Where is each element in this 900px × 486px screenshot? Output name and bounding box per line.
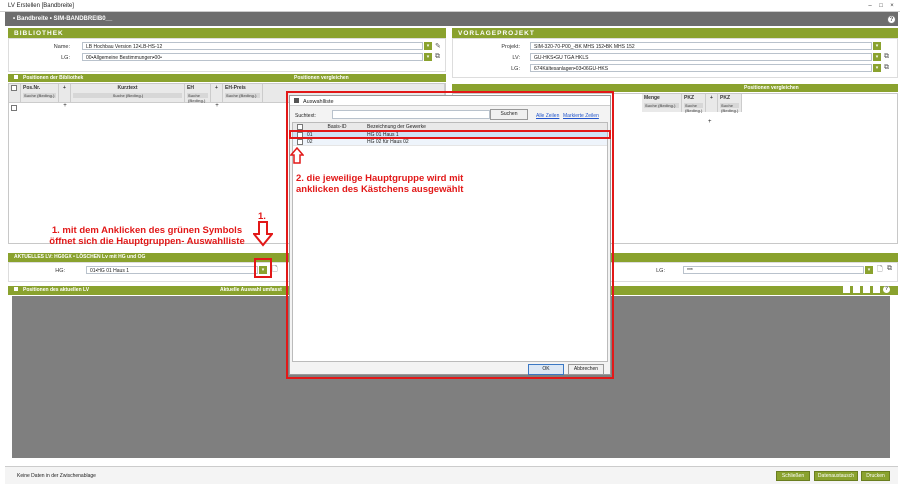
- selection-header: Aktuelle Auswahl umfasst: [220, 287, 282, 293]
- window-titlebar: LV Erstellen [Bandbreite] – □ ×: [0, 0, 900, 12]
- projekt-label: Projekt:: [501, 44, 520, 50]
- help-icon[interactable]: ?: [887, 15, 896, 24]
- projekt-dropdown-icon[interactable]: ▾: [873, 42, 881, 50]
- close-icon[interactable]: ×: [888, 2, 896, 10]
- step1-text: 1. mit dem Anklicken des grünen Symbols …: [49, 225, 245, 247]
- hg-label: HG:: [55, 268, 65, 274]
- add-icon-2[interactable]: +: [211, 84, 223, 102]
- lg-dropdown-icon[interactable]: ▾: [424, 53, 432, 61]
- vorlage-row-add-icon[interactable]: +: [708, 119, 712, 125]
- copy-icon-lv[interactable]: ⧉: [884, 53, 889, 61]
- compare-header: Positionen vergleichen: [294, 75, 349, 81]
- print-button[interactable]: Drucken: [861, 471, 890, 481]
- vlg-dropdown-icon[interactable]: ▾: [873, 64, 881, 72]
- lg-field[interactable]: 00•Allgemeine Bestimmungen•00•: [82, 53, 423, 61]
- help-icon-2[interactable]: ?: [883, 286, 890, 293]
- alg-dropdown-icon[interactable]: ▾: [865, 266, 873, 274]
- vorlage-compare-header: Positionen vergleichen: [744, 85, 799, 91]
- app-header: • Bandbreite • SIM-BANDBREIB0__ ?: [5, 12, 898, 26]
- add-icon[interactable]: +: [59, 84, 71, 102]
- step2-text: 2. die jeweilige Hauptgruppe wird mit an…: [296, 173, 464, 195]
- minimize-icon[interactable]: –: [866, 2, 874, 10]
- highlight-green-button: [254, 258, 272, 278]
- arrow-down-icon: [253, 221, 273, 247]
- col-menge: Menge Suche (Beding.): [642, 94, 682, 112]
- lg-label: LG:: [61, 55, 70, 61]
- toolbar-icon-4[interactable]: [873, 286, 880, 293]
- name-label: Name:: [53, 44, 70, 50]
- toolbar-icon-1[interactable]: [843, 286, 850, 293]
- highlight-row: [289, 130, 611, 139]
- edit-icon[interactable]: ✎: [435, 42, 441, 50]
- copy-icon[interactable]: ⧉: [435, 53, 440, 61]
- footer: Keine Daten in der Zwischenablage Schlie…: [5, 466, 898, 484]
- lv-dropdown-icon[interactable]: ▾: [873, 53, 881, 61]
- maximize-icon[interactable]: □: [877, 2, 885, 10]
- col-kurztext: Kurztext Suche (Beding.): [71, 84, 185, 102]
- col-posnr: Pos.Nr. Suche (Beding.): [21, 84, 59, 102]
- alg-field[interactable]: ***: [683, 266, 864, 274]
- exchange-button[interactable]: Datenaustausch: [814, 471, 858, 481]
- vorlage-header: VORLAGEPROJEKT: [452, 28, 898, 38]
- row-checkbox[interactable]: [11, 105, 17, 111]
- projekt-field[interactable]: SIM-320-70-P00_-BK MHS 152•BK MHS 152: [530, 42, 872, 50]
- copy-icon-lg[interactable]: ⧉: [884, 64, 889, 72]
- clipboard-status: Keine Daten in der Zwischenablage: [17, 473, 96, 479]
- name-field[interactable]: LB Hochbau Version 12•LB-HS-12: [82, 42, 423, 50]
- vlg-label: LG:: [511, 66, 520, 72]
- hg-field[interactable]: 01•HG 01 Haus 1: [86, 266, 258, 274]
- toolbar-icon-3[interactable]: [863, 286, 870, 293]
- alg-label: LG:: [656, 268, 665, 274]
- vlg-field[interactable]: 674Kältesanlagen•03•06GU-HKS: [530, 64, 872, 72]
- col-eh-preis: EH-Preis Suche (Beding.): [223, 84, 263, 102]
- copy-icon-alg[interactable]: ⧉: [887, 265, 892, 273]
- lv-field[interactable]: GU-HKS•GU TGA HKLS: [530, 53, 872, 61]
- row-add-icon[interactable]: +: [59, 103, 71, 113]
- app-title: • Bandbreite • SIM-BANDBREIB0__: [13, 16, 113, 22]
- new-doc-icon-2[interactable]: 🗋: [877, 265, 883, 276]
- bibliothek-positions-bar: Positionen der Bibliothek Positionen ver…: [8, 74, 446, 82]
- close-button[interactable]: Schließen: [776, 471, 810, 481]
- toolbar-icon-2[interactable]: [853, 286, 860, 293]
- row-add-icon-2[interactable]: +: [211, 103, 223, 113]
- col-pkz: PKZ Suche (Beding.): [682, 94, 706, 113]
- new-doc-icon[interactable]: 🗋: [272, 265, 278, 276]
- aktuell-positions-header: Positionen des aktuellen LV: [23, 287, 90, 293]
- vorlage-add-icon[interactable]: +: [706, 94, 718, 112]
- window-title: LV Erstellen [Bandbreite]: [8, 3, 74, 9]
- lv-label: LV:: [512, 55, 520, 61]
- positions-header: Positionen der Bibliothek: [23, 75, 84, 81]
- col-eh: EH Suche (Beding.): [185, 84, 211, 103]
- bibliothek-header: BIBLIOTHEK: [8, 28, 446, 38]
- col-pkz-2: PKZ Suche (Beding.): [718, 94, 742, 113]
- name-dropdown-icon[interactable]: ▾: [424, 42, 432, 50]
- select-all-checkbox[interactable]: [11, 85, 17, 91]
- arrow-up-icon: [290, 147, 304, 164]
